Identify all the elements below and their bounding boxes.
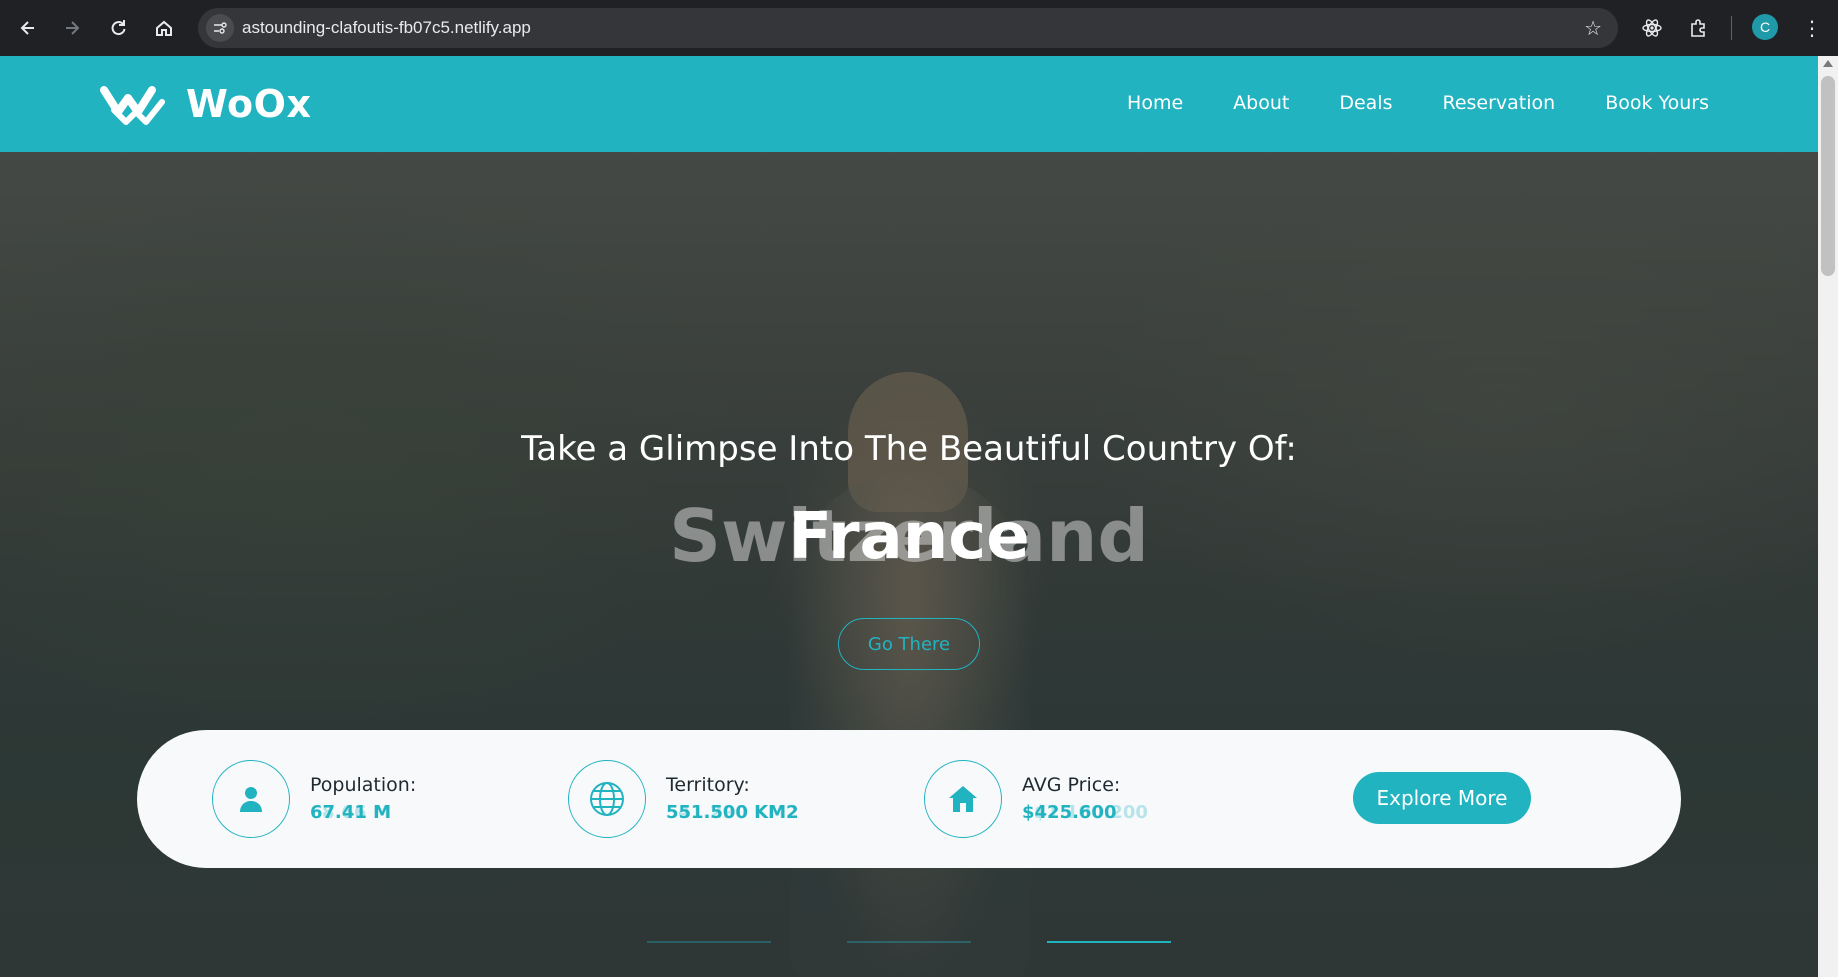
population-label: Population: xyxy=(310,774,417,796)
toolbar-divider xyxy=(1731,16,1732,40)
territory-value: 551.500 KM2 xyxy=(666,802,799,823)
page-scrollbar[interactable] xyxy=(1818,56,1838,977)
address-bar[interactable]: astounding-clafoutis-fb07c5.netlify.app … xyxy=(198,8,1618,48)
logo-text: WoOx xyxy=(186,82,312,126)
logo[interactable]: WoOx xyxy=(100,82,311,126)
nav-home[interactable]: Home xyxy=(1127,92,1183,114)
slider-indicator-1[interactable] xyxy=(647,941,771,943)
nav-about[interactable]: About xyxy=(1233,92,1289,114)
bookmark-star-icon[interactable]: ☆ xyxy=(1584,16,1602,40)
logo-mark-icon xyxy=(100,86,165,125)
hero-subtitle: Take a Glimpse Into The Beautiful Countr… xyxy=(521,429,1297,469)
house-icon xyxy=(924,760,1002,838)
user-icon xyxy=(212,760,290,838)
kebab-menu-icon[interactable]: ⋮ xyxy=(1796,12,1828,44)
site-info-icon[interactable] xyxy=(206,14,234,42)
forward-arrow-icon[interactable] xyxy=(56,12,88,44)
home-icon[interactable] xyxy=(148,12,180,44)
nav-reservation[interactable]: Reservation xyxy=(1442,92,1555,114)
page-viewport: WoOx Home About Deals Reservation Book Y… xyxy=(0,56,1838,977)
extensions-icon[interactable] xyxy=(1682,12,1714,44)
globe-icon xyxy=(568,760,646,838)
main-nav: Home About Deals Reservation Book Yours xyxy=(1127,92,1709,114)
slider-indicator-3[interactable] xyxy=(1047,941,1171,943)
avg-price-value: $425.600 xyxy=(1022,802,1117,823)
explore-more-button[interactable]: Explore More xyxy=(1353,772,1531,824)
avg-price-label: AVG Price: xyxy=(1022,774,1121,796)
nav-deals[interactable]: Deals xyxy=(1339,92,1392,114)
scrollbar-thumb[interactable] xyxy=(1821,76,1835,276)
territory-label: Territory: xyxy=(666,774,750,796)
slider-indicator-2[interactable] xyxy=(847,941,971,943)
url-text[interactable]: astounding-clafoutis-fb07c5.netlify.app xyxy=(242,18,531,38)
site-header: WoOx Home About Deals Reservation Book Y… xyxy=(0,56,1818,152)
react-devtools-icon[interactable] xyxy=(1636,12,1668,44)
go-there-button[interactable]: Go There xyxy=(838,618,980,670)
back-arrow-icon[interactable] xyxy=(12,12,44,44)
hero-country: France xyxy=(788,500,1030,574)
browser-toolbar: astounding-clafoutis-fb07c5.netlify.app … xyxy=(0,0,1838,56)
nav-book-yours[interactable]: Book Yours xyxy=(1605,92,1709,114)
country-info-bar: Population: 8.66 M 67.41 M Territory: 41… xyxy=(137,730,1681,868)
scroll-up-arrow-icon[interactable] xyxy=(1823,60,1833,67)
population-value: 67.41 M xyxy=(310,802,392,823)
reload-icon[interactable] xyxy=(102,12,134,44)
profile-avatar[interactable]: C xyxy=(1752,14,1778,40)
